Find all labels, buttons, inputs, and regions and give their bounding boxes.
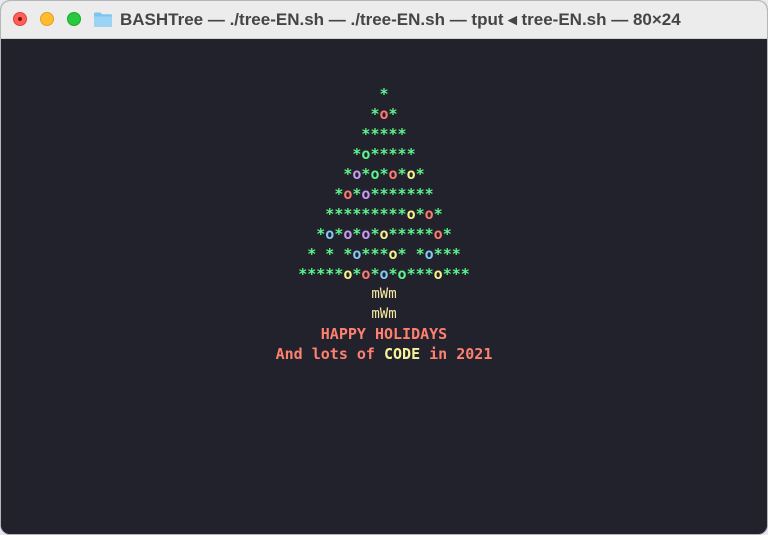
tree-segment: o: [388, 245, 398, 263]
window-title-group: BASHTree — ./tree-EN.sh — ./tree-EN.sh —…: [93, 1, 681, 38]
tree-row: *********o*o*: [1, 204, 767, 224]
tree-segment: *****: [370, 145, 416, 163]
tree-segment: o: [397, 265, 407, 283]
terminal-window: BASHTree — ./tree-EN.sh — ./tree-EN.sh —…: [0, 0, 768, 535]
message-prefix: And lots of: [275, 345, 384, 363]
tree-segment: o: [406, 205, 416, 223]
tree-segment: o: [325, 225, 335, 243]
tree-segment: *: [397, 165, 407, 183]
tree-segment: o: [388, 165, 398, 183]
tree-segment: *: [415, 165, 425, 183]
tree-segment: *: [415, 205, 425, 223]
tree-segment: *: [442, 225, 452, 243]
tree-segment: o: [406, 165, 416, 183]
tree-row: *o*o*o*o*: [1, 164, 767, 184]
tree-segment: ***: [442, 265, 470, 283]
window-title: BASHTree — ./tree-EN.sh — ./tree-EN.sh —…: [120, 9, 681, 29]
tree-segment: ***: [433, 245, 461, 263]
tree-segment: o: [379, 265, 389, 283]
tree-segment: *: [334, 225, 344, 243]
folder-icon: [94, 12, 112, 27]
terminal-output: * *o* ***** *o***** *o*o*o*o* *o*o******* ****…: [1, 84, 767, 364]
code-message: And lots of CODE in 2021: [1, 344, 767, 364]
tree-segment: *: [388, 265, 398, 283]
tree-segment: ***: [361, 245, 389, 263]
tree-row: *o*o*o*o*****o*: [1, 224, 767, 244]
tree-segment: o: [424, 245, 434, 263]
tree-row: *****o*o*o*o***o***: [1, 264, 767, 284]
tree-trunk-line: mWm: [371, 306, 397, 322]
tree-segment: *****: [388, 225, 434, 243]
tree-segment: * * *: [307, 245, 353, 263]
tree-segment: *: [433, 205, 443, 223]
tree-row: *****: [1, 124, 767, 144]
minimize-button[interactable]: [40, 12, 54, 26]
close-button[interactable]: [13, 12, 27, 26]
tree-row: *: [1, 84, 767, 104]
tree-segment: *: [334, 185, 344, 203]
tree-segment: o: [424, 205, 434, 223]
christmas-tree: * *o* ***** *o***** *o*o*o*o* *o*o******* ****…: [1, 84, 767, 284]
tree-segment: *******: [370, 185, 434, 203]
tree-trunk-line: mWm: [371, 286, 397, 302]
message-highlight: CODE: [384, 345, 421, 363]
tree-segment: *: [379, 165, 389, 183]
tree-segment: o: [433, 225, 443, 243]
tree-row: *o*****: [1, 144, 767, 164]
title-bar[interactable]: BASHTree — ./tree-EN.sh — ./tree-EN.sh —…: [1, 1, 767, 39]
tree-segment: *: [316, 225, 326, 243]
tree-segment: *: [379, 85, 389, 103]
tree-segment: o: [379, 105, 389, 123]
tree-segment: o: [379, 225, 389, 243]
terminal-content[interactable]: * *o* ***** *o***** *o*o*o*o* *o*o******* ****…: [1, 39, 767, 534]
tree-row: * * *o***o* *o***: [1, 244, 767, 264]
tree-segment: *****: [361, 125, 407, 143]
tree-segment: *****: [298, 265, 344, 283]
tree-segment: * *: [397, 245, 425, 263]
tree-segment: ***: [406, 265, 434, 283]
tree-segment: o: [433, 265, 443, 283]
tree-segment: *: [388, 105, 398, 123]
tree-row: *o*: [1, 104, 767, 124]
tree-segment: *********: [325, 205, 407, 223]
tree-row: *o*o*******: [1, 184, 767, 204]
message-suffix: in 2021: [420, 345, 493, 363]
holiday-greeting: HAPPY HOLIDAYS: [320, 325, 448, 343]
zoom-button[interactable]: [67, 12, 81, 26]
